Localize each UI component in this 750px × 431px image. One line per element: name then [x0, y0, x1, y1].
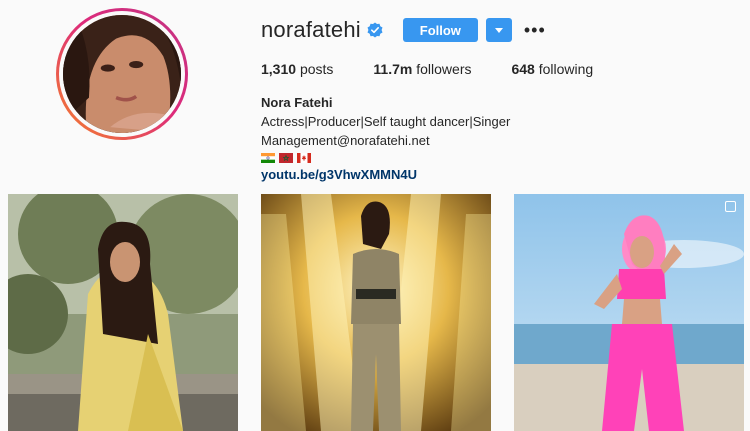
- bio-link[interactable]: youtu.be/g3VhwXMMN4U: [261, 167, 417, 182]
- followers-label: followers: [416, 61, 472, 77]
- suggestions-dropdown-button[interactable]: [485, 18, 512, 42]
- bio-line-1: Actress|Producer|Self taught dancer|Sing…: [261, 114, 511, 129]
- follow-button[interactable]: Follow: [402, 18, 478, 42]
- bio-flags: [261, 151, 510, 165]
- posts-stat: 1,310 posts: [261, 61, 333, 77]
- full-name: Nora Fatehi: [261, 95, 333, 110]
- profile-stats: 1,310 posts 11.7m followers 648 followin…: [261, 61, 633, 77]
- india-flag-icon: [261, 153, 275, 163]
- avatar-photo: [63, 15, 181, 133]
- post-thumbnail-1[interactable]: [8, 194, 238, 431]
- multi-post-checkbox: [725, 201, 736, 212]
- post-image-2: [261, 194, 491, 431]
- post-thumbnail-3[interactable]: [514, 194, 744, 431]
- post-thumbnail-2[interactable]: [261, 194, 491, 431]
- verified-badge-icon: [367, 22, 383, 38]
- canada-flag-icon: [297, 153, 311, 163]
- posts-label: posts: [299, 61, 334, 77]
- profile-header: norafatehi Follow •••: [261, 16, 546, 44]
- following-stat[interactable]: 648 following: [511, 61, 593, 77]
- following-label: following: [538, 61, 594, 77]
- bio-line-2: Management@norafatehi.net: [261, 133, 430, 148]
- avatar-image: [63, 15, 181, 133]
- post-image-3: [514, 194, 744, 431]
- caret-down-icon: [494, 27, 503, 33]
- followers-count: 11.7m: [373, 61, 413, 77]
- username: norafatehi: [261, 17, 361, 42]
- followers-stat[interactable]: 11.7m followers: [373, 61, 471, 77]
- post-image-1: [8, 194, 238, 431]
- posts-count: 1,310: [261, 61, 297, 77]
- morocco-flag-icon: [279, 153, 293, 163]
- profile-avatar[interactable]: [56, 8, 188, 140]
- more-dots-icon[interactable]: •••: [524, 21, 546, 39]
- profile-bio: Nora Fatehi Actress|Producer|Self taught…: [261, 93, 510, 184]
- following-count: 648: [511, 61, 535, 77]
- posts-grid: [8, 194, 748, 431]
